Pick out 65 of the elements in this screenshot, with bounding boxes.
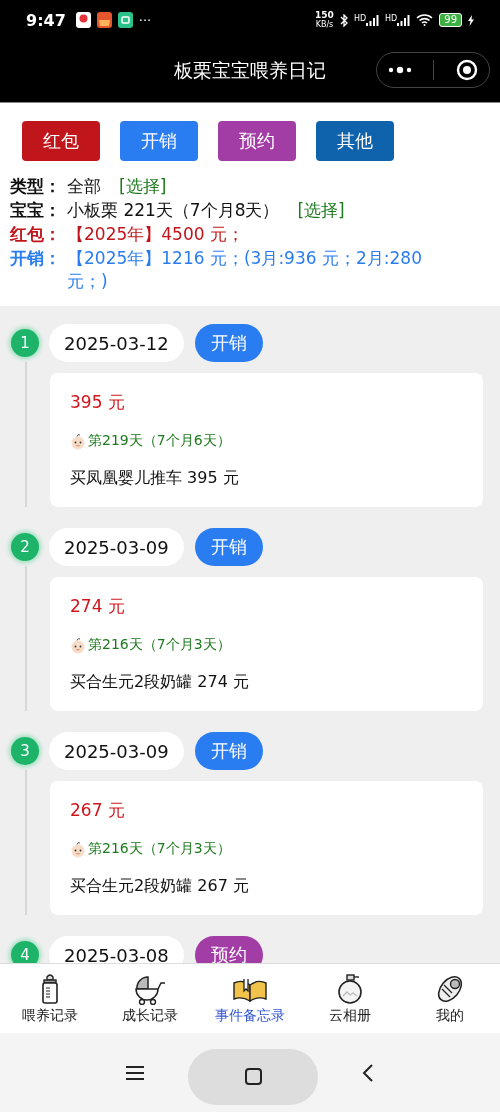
signal-icon <box>397 14 411 26</box>
battery-level: 99 <box>439 13 462 27</box>
entry-description: 买凤凰婴儿推车 395 元 <box>70 468 240 489</box>
summary-label: 红包： <box>10 223 62 246</box>
baby-age: 第216天（7个月3天） <box>88 840 231 858</box>
menu-icon[interactable] <box>126 1065 144 1080</box>
square-icon <box>244 1068 262 1085</box>
entry-number: 1 <box>11 329 39 357</box>
back-icon[interactable] <box>362 1063 374 1082</box>
baby-age: 第219天（7个月6天） <box>88 432 231 450</box>
type-tag: 开销 <box>194 732 263 770</box>
date-pill: 2025-03-12 <box>49 324 184 362</box>
status-time: 9:47 <box>26 10 66 30</box>
basket-app-icon <box>96 12 112 28</box>
entry-card[interactable]: 274 元 第216天（7个月3天） 买合生元2段奶罐 274 元 <box>50 577 483 711</box>
perfume-bottle-icon <box>335 972 365 1005</box>
summary-label: 开销： <box>10 247 62 270</box>
summary-value: 小板栗 221天（7个月8天） <box>67 199 280 222</box>
entry-amount: 395 元 <box>70 391 126 414</box>
date-pill: 2025-03-08 <box>49 936 184 963</box>
hd-label: HD <box>353 14 367 23</box>
filter-button[interactable]: 红包 <box>22 121 100 161</box>
bluetooth-icon <box>339 13 348 27</box>
wifi-icon <box>416 14 434 26</box>
more-icon[interactable] <box>387 66 412 74</box>
entry-card[interactable]: 395 元 第219天（7个月6天） 买凤凰婴儿推车 395 元 <box>50 373 483 507</box>
filter-button[interactable]: 其他 <box>316 121 394 161</box>
filter-button[interactable]: 开销 <box>120 121 198 161</box>
tab-item[interactable]: 事件备忘录 <box>202 972 298 1025</box>
baby-age: 第216天（7个月3天） <box>88 636 231 654</box>
baby-face-icon <box>70 432 86 450</box>
type-tag: 预约 <box>194 936 263 963</box>
tab-item[interactable]: 成长记录 <box>102 972 198 1025</box>
baby-face-icon <box>70 840 86 858</box>
entry-amount: 267 元 <box>70 799 126 822</box>
entry-number: 3 <box>11 737 39 765</box>
entry-description: 买合生元2段奶罐 267 元 <box>70 876 250 897</box>
select-link[interactable]: [选择] <box>119 175 167 198</box>
entry-card[interactable]: 267 元 第216天（7个月3天） 买合生元2段奶罐 267 元 <box>50 781 483 915</box>
charging-icon <box>468 14 474 26</box>
summary-value: 【2025年】4500 元； <box>67 223 244 246</box>
entry-description: 买合生元2段奶罐 274 元 <box>70 672 250 693</box>
close-icon[interactable] <box>456 59 479 81</box>
select-link[interactable]: [选择] <box>297 199 345 222</box>
tab-item[interactable]: 云相册 <box>302 972 398 1025</box>
more-notifications: ··· <box>138 12 152 28</box>
type-tag: 开销 <box>194 528 263 566</box>
entry-number: 2 <box>11 533 39 561</box>
page-title: 板栗宝宝喂养日记 <box>174 58 326 83</box>
date-pill: 2025-03-09 <box>49 732 184 770</box>
summary-label: 类型： <box>10 175 62 198</box>
entry-amount: 274 元 <box>70 595 126 618</box>
date-pill: 2025-03-09 <box>49 528 184 566</box>
tab-item[interactable]: 喂养记录 <box>2 972 98 1025</box>
hd-label: HD <box>385 14 398 23</box>
signal-icon <box>366 14 380 26</box>
network-speed: 150 KB/s <box>315 11 334 29</box>
summary-value: 【2025年】1216 元；(3月:936 元；2月:280 元；) <box>67 247 423 293</box>
filter-button[interactable]: 预约 <box>218 121 296 161</box>
type-tag: 开销 <box>194 324 263 362</box>
entry-number: 4 <box>11 941 39 963</box>
summary-label: 宝宝： <box>10 199 62 222</box>
baby-face-icon <box>70 636 86 654</box>
summary-value: 全部 <box>67 175 101 198</box>
tab-item[interactable]: 我的 <box>402 972 498 1025</box>
